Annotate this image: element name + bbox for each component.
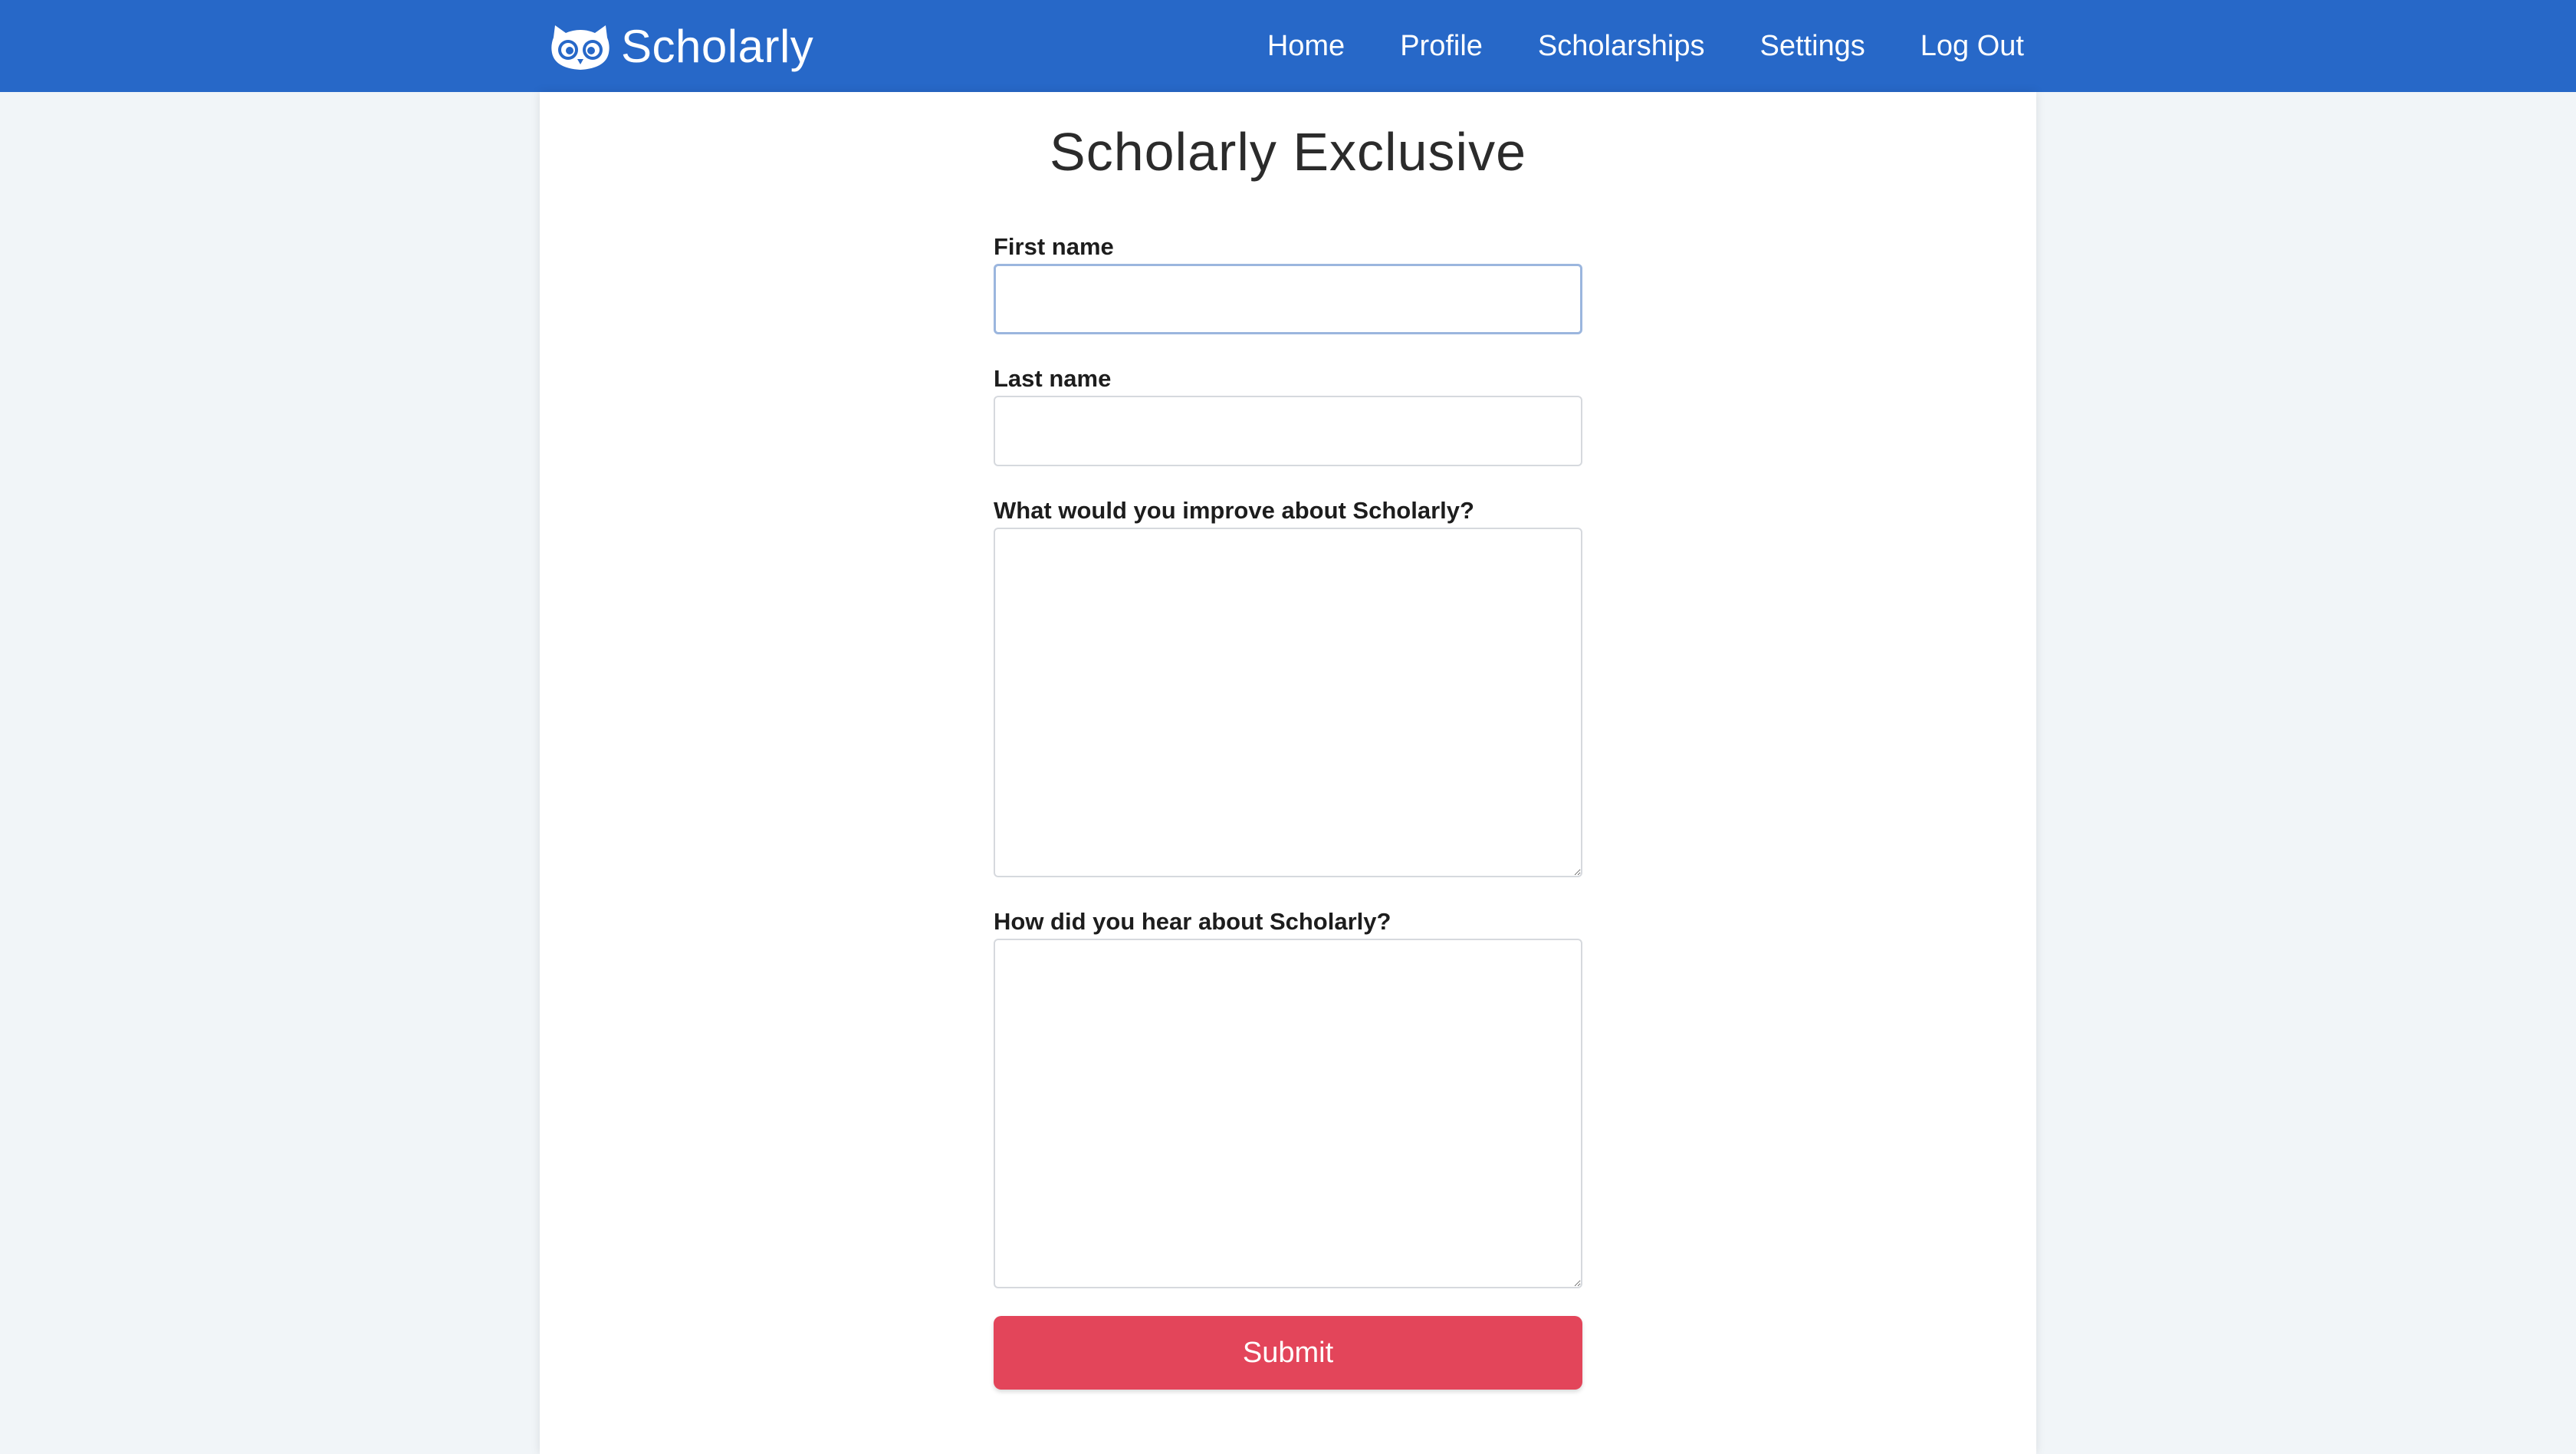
nav-profile[interactable]: Profile [1400, 30, 1483, 63]
nav-menu: Home Profile Scholarships Settings Log O… [1212, 0, 2024, 92]
last-name-input[interactable] [994, 396, 1582, 466]
page-title: Scholarly Exclusive [1050, 122, 1526, 182]
brand-link[interactable]: Scholarly [550, 15, 813, 77]
nav-log-out[interactable]: Log Out [1921, 30, 2024, 63]
nav-scholarships[interactable]: Scholarships [1538, 30, 1705, 63]
submit-button[interactable]: Submit [994, 1316, 1582, 1390]
hear-label: How did you hear about Scholarly? [994, 908, 1392, 935]
first-name-label: First name [994, 233, 1114, 260]
first-name-input[interactable] [994, 264, 1582, 334]
top-navbar: Scholarly Home Profile Scholarships Sett… [0, 0, 2576, 92]
hear-textarea[interactable] [994, 939, 1582, 1288]
last-name-label: Last name [994, 365, 1112, 392]
survey-form: First name Last name What would you impr… [994, 230, 1582, 1390]
improve-label: What would you improve about Scholarly? [994, 497, 1474, 524]
brand-name: Scholarly [621, 20, 814, 72]
improve-textarea[interactable] [994, 528, 1582, 877]
owl-icon [551, 25, 610, 70]
nav-settings[interactable]: Settings [1760, 30, 1865, 63]
nav-home[interactable]: Home [1267, 30, 1345, 63]
